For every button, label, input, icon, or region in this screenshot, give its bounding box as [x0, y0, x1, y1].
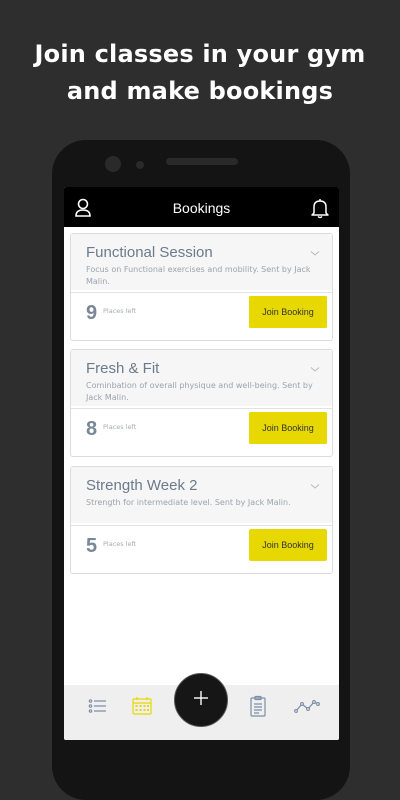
camera	[105, 156, 121, 172]
places-label: Places left	[103, 540, 137, 548]
list-icon[interactable]	[87, 695, 109, 717]
bookings-list: Functional Session Focus on Functional e…	[64, 227, 339, 685]
divider	[71, 292, 332, 293]
booking-card[interactable]: Strength Week 2 Strength for intermediat…	[70, 466, 333, 574]
chevron-down-icon[interactable]	[310, 358, 320, 372]
places-count: 5	[86, 535, 98, 557]
places-label: Places left	[103, 423, 137, 431]
join-booking-button[interactable]: Join Booking	[249, 529, 327, 561]
add-button[interactable]	[174, 673, 228, 727]
app-bar: Bookings	[64, 187, 339, 227]
booking-title: Fresh & Fit	[86, 360, 160, 377]
chevron-down-icon[interactable]	[310, 242, 320, 256]
booking-description: Cominbation of overall physique and well…	[86, 381, 313, 402]
speaker	[166, 158, 238, 165]
promo-line-1: Join classes in your gym	[34, 40, 366, 68]
bell-icon[interactable]	[310, 197, 330, 219]
places-label: Places left	[103, 307, 137, 315]
promo-line-2: and make bookings	[66, 77, 334, 105]
booking-card[interactable]: Fresh & Fit Cominbation of overall physi…	[70, 349, 333, 457]
booking-description: Strength for intermediate level. Sent by…	[86, 498, 291, 507]
booking-title: Functional Session	[86, 244, 213, 261]
promo-headline: Join classes in your gym and make bookin…	[0, 36, 400, 110]
divider	[71, 525, 332, 526]
chart-icon[interactable]	[294, 695, 320, 717]
divider	[71, 408, 332, 409]
places-count: 9	[86, 302, 98, 324]
card-header: Fresh & Fit Cominbation of overall physi…	[71, 350, 332, 406]
card-header: Functional Session Focus on Functional e…	[71, 234, 332, 290]
booking-description: Focus on Functional exercises and mobili…	[86, 265, 311, 286]
sensor	[136, 161, 144, 169]
booking-card[interactable]: Functional Session Focus on Functional e…	[70, 233, 333, 341]
page-title: Bookings	[172, 200, 231, 216]
clipboard-icon[interactable]	[247, 695, 269, 717]
join-booking-button[interactable]: Join Booking	[249, 412, 327, 444]
calendar-icon[interactable]	[131, 695, 153, 717]
places-count: 8	[86, 418, 98, 440]
app-screen: Bookings Functional Session Focus on Fun…	[64, 187, 339, 740]
join-booking-button[interactable]: Join Booking	[249, 296, 327, 328]
add-icon	[192, 689, 210, 711]
card-header: Strength Week 2 Strength for intermediat…	[71, 467, 332, 523]
booking-title: Strength Week 2	[86, 477, 198, 494]
chevron-down-icon[interactable]	[310, 475, 320, 489]
